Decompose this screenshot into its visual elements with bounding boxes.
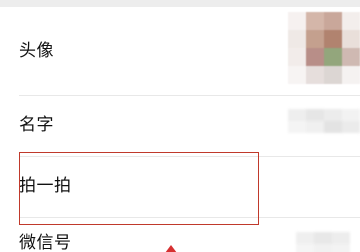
- name-value-blurred: [288, 109, 360, 133]
- avatar-image[interactable]: [288, 12, 360, 84]
- row-label-pat: 拍一拍: [19, 176, 72, 195]
- top-bar: [0, 0, 360, 7]
- pointer-arrow-icon: [165, 245, 177, 252]
- row-label-name: 名字: [19, 115, 54, 134]
- wechat-id-value-blurred: [296, 232, 350, 252]
- profile-row-pat[interactable]: 拍一拍: [0, 157, 360, 217]
- row-label-avatar: 头像: [19, 41, 54, 60]
- row-label-wechat-id: 微信号: [19, 233, 72, 252]
